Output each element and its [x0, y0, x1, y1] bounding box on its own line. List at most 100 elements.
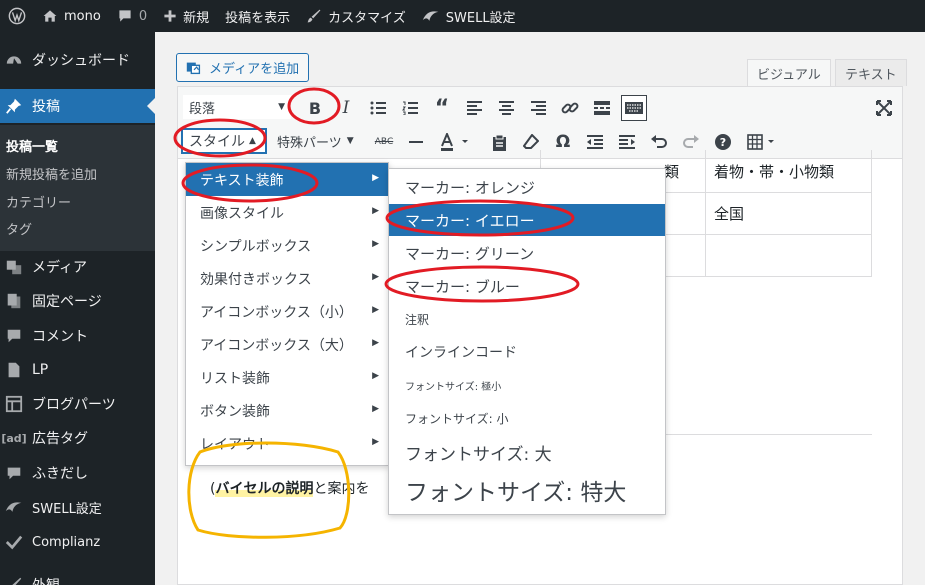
numbered-list-icon	[402, 101, 418, 115]
submenu-all-posts[interactable]: 投稿一覧	[6, 136, 58, 155]
check-icon	[4, 532, 24, 552]
tab-visual[interactable]: ビジュアル	[747, 59, 831, 86]
menu-item-icon-box-large[interactable]: アイコンボックス（大） ▶	[186, 328, 388, 361]
menu-item-annotation[interactable]: 注釈	[389, 303, 665, 335]
sidebar-item-lp[interactable]: LP	[0, 353, 155, 387]
sidebar-item-speech-balloons[interactable]: ふきだし	[0, 456, 155, 490]
swell-icon	[422, 11, 439, 21]
menu-item-label: テキスト装飾	[200, 172, 284, 189]
site-name: mono	[64, 8, 101, 24]
menu-item-simple-box[interactable]: シンプルボックス ▶	[186, 229, 388, 262]
special-parts-select[interactable]: 特殊パーツ ▼	[271, 129, 363, 153]
chevron-right-icon: ▶	[372, 404, 379, 414]
keyboard-icon	[625, 102, 643, 114]
swell-settings-label: SWELL設定	[445, 10, 516, 26]
site-name-link[interactable]: mono	[34, 0, 109, 32]
submenu-add-new[interactable]: 新規投稿を追加	[6, 164, 97, 183]
indent-icon	[619, 135, 635, 149]
sidebar-item-appearance[interactable]: 外観	[0, 568, 155, 585]
menu-item-icon-box-small[interactable]: アイコンボックス（小） ▶	[186, 295, 388, 328]
table-cell: 着物・帯・小物類	[705, 150, 872, 193]
menu-item-font-size-xlarge[interactable]: フォントサイズ: 特大	[389, 470, 665, 510]
sidebar-item-ad-tags[interactable]: [ad] 広告タグ	[0, 421, 155, 455]
sidebar-item-complianz[interactable]: Complianz	[0, 525, 155, 559]
view-post-link[interactable]: 投稿を表示	[217, 0, 298, 32]
table-cell-text: 着物・帯・小物類	[714, 162, 835, 181]
menu-item-marker-orange[interactable]: マーカー: オレンジ	[389, 171, 665, 203]
marker-highlight-text: バイセルの説明	[215, 481, 314, 497]
menu-item-effect-box[interactable]: 効果付きボックス ▶	[186, 262, 388, 295]
sidebar-item-label: コメント	[32, 329, 88, 345]
menu-item-font-size-large[interactable]: フォントサイズ: 大	[389, 435, 665, 469]
wordpress-icon	[8, 7, 26, 25]
new-content-link[interactable]: 新規	[155, 0, 217, 32]
outdent-icon	[587, 135, 603, 149]
tab-text[interactable]: テキスト	[835, 59, 907, 86]
menu-item-marker-yellow[interactable]: マーカー: イエロー	[389, 204, 665, 236]
menu-item-list-decoration[interactable]: リスト装飾 ▶	[186, 361, 388, 394]
page-icon	[4, 291, 24, 311]
menu-item-marker-green[interactable]: マーカー: グリーン	[389, 237, 665, 269]
blockquote-button[interactable]: “	[429, 95, 455, 121]
wp-logo-menu[interactable]	[0, 0, 34, 32]
align-right-button[interactable]	[525, 95, 551, 121]
toolbar-toggle-button[interactable]	[621, 95, 647, 121]
menu-item-label: 画像スタイル	[200, 205, 284, 222]
customize-label: カスタマイズ	[328, 10, 406, 26]
menu-item-font-size-xsmall[interactable]: フォントサイズ: 極小	[389, 369, 665, 401]
align-center-icon	[498, 101, 514, 115]
submenu-tags[interactable]: タグ	[6, 219, 32, 238]
numbered-list-button[interactable]	[397, 95, 423, 121]
menu-item-layout[interactable]: レイアウト ▶	[186, 427, 388, 460]
read-more-button[interactable]	[589, 95, 615, 121]
comments-count: 0	[138, 8, 148, 24]
posts-submenu: 投稿一覧 新規投稿を追加 カテゴリー タグ	[0, 125, 155, 251]
align-left-button[interactable]	[461, 95, 487, 121]
menu-item-marker-blue[interactable]: マーカー: ブルー	[389, 270, 665, 302]
comments-link[interactable]: 0	[109, 0, 155, 32]
sidebar-item-media[interactable]: メディア	[0, 250, 155, 284]
add-media-button[interactable]: メディアを追加	[176, 53, 309, 82]
editor-toolbar: 段落 ▼ B I “ スタイル ▲ 特殊パーツ ▼ ABC Ω ?	[178, 87, 902, 159]
sidebar-item-posts[interactable]: 投稿	[0, 89, 155, 123]
brush-icon	[4, 575, 24, 585]
italic-button[interactable]: I	[333, 95, 359, 121]
undo-icon	[651, 135, 667, 148]
paragraph-text[interactable]: (バイセルの説明と案内を	[210, 478, 369, 498]
view-post-label: 投稿を表示	[225, 10, 291, 26]
swell-settings-link[interactable]: SWELL設定	[414, 0, 524, 32]
sidebar-item-pages[interactable]: 固定ページ	[0, 284, 155, 318]
chevron-right-icon: ▶	[372, 305, 379, 315]
quote-icon: “	[434, 95, 450, 121]
align-center-button[interactable]	[493, 95, 519, 121]
style-select[interactable]: スタイル ▲	[182, 129, 266, 153]
menu-item-button-decoration[interactable]: ボタン装飾 ▶	[186, 394, 388, 427]
fullscreen-button[interactable]	[871, 95, 897, 121]
pin-icon	[4, 96, 24, 116]
sidebar-item-swell-settings[interactable]: SWELL設定	[0, 490, 155, 524]
sidebar-item-label: SWELL設定	[32, 501, 102, 517]
text-color-icon	[441, 133, 468, 151]
sidebar-item-blog-parts[interactable]: ブログパーツ	[0, 387, 155, 421]
format-select[interactable]: 段落 ▼	[183, 95, 291, 119]
sidebar-item-dashboard[interactable]: ダッシュボード	[0, 43, 155, 77]
menu-item-font-size-small[interactable]: フォントサイズ: 小	[389, 402, 665, 434]
special-parts-value: 特殊パーツ	[277, 135, 342, 151]
chevron-right-icon: ▶	[372, 371, 379, 381]
paragraph-rest: と案内を	[313, 481, 370, 497]
menu-item-image-style[interactable]: 画像スタイル ▶	[186, 196, 388, 229]
bullet-list-button[interactable]	[365, 95, 391, 121]
submenu-categories[interactable]: カテゴリー	[6, 192, 71, 211]
insert-link-button[interactable]	[557, 95, 583, 121]
format-select-value: 段落	[189, 101, 216, 117]
sidebar-item-comments[interactable]: コメント	[0, 319, 155, 353]
media-icon	[4, 257, 24, 277]
bold-button[interactable]: B	[302, 95, 328, 121]
sidebar-item-label: LP	[32, 362, 49, 378]
horizontal-rule	[666, 434, 872, 435]
comment-icon	[4, 326, 24, 346]
menu-item-inline-code[interactable]: インラインコード	[389, 336, 665, 368]
menu-item-label: シンプルボックス	[200, 238, 312, 255]
menu-item-text-decoration[interactable]: テキスト装飾 ▶	[186, 163, 388, 196]
customize-link[interactable]: カスタマイズ	[298, 0, 414, 32]
